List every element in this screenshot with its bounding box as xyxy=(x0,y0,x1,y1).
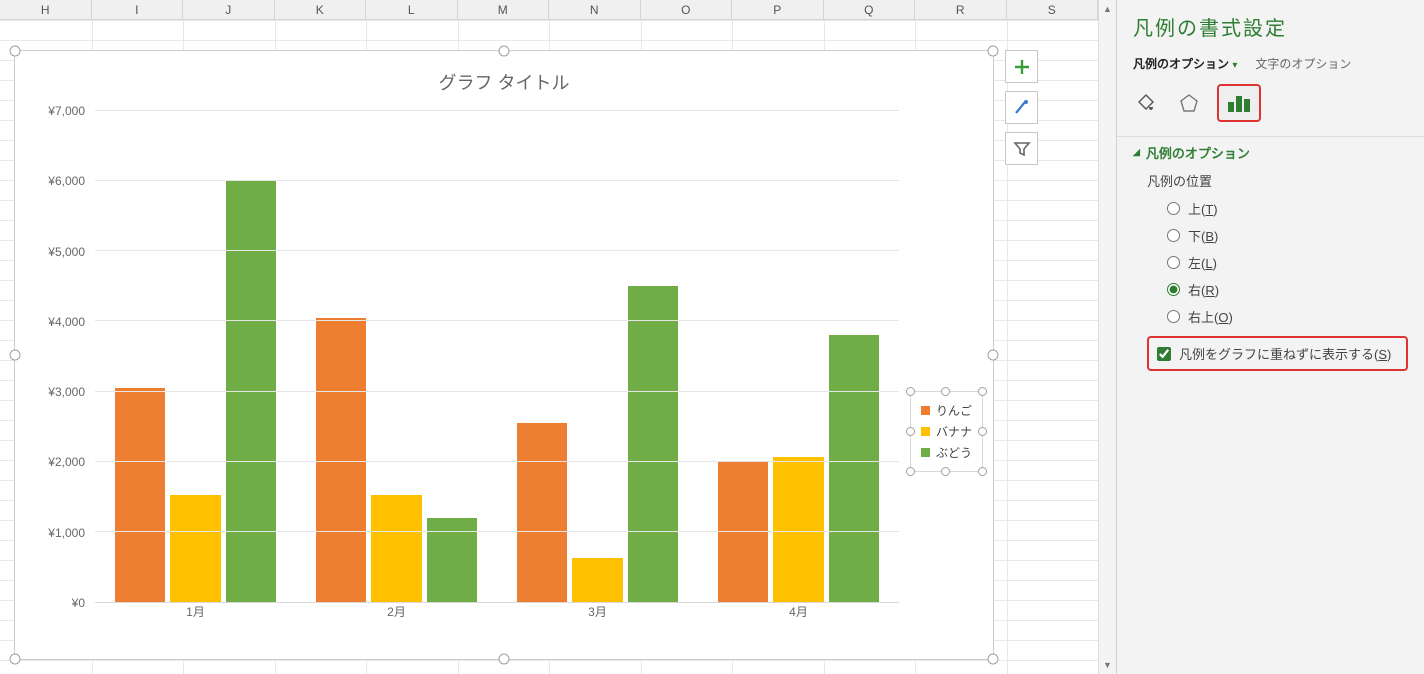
legend-swatch xyxy=(921,427,930,436)
tab-legend-options[interactable]: 凡例のオプション xyxy=(1133,57,1229,71)
legend-label: バナナ xyxy=(936,423,972,440)
bar[interactable] xyxy=(517,423,568,602)
option-icon-row xyxy=(1117,78,1424,136)
plot-area: ¥0¥1,000¥2,000¥3,000¥4,000¥5,000¥6,000¥7… xyxy=(41,111,899,619)
chart-styles-button[interactable] xyxy=(1005,91,1038,124)
scroll-up-icon[interactable]: ▲ xyxy=(1099,0,1116,18)
radio-top-right[interactable]: 右上(O) xyxy=(1147,303,1408,330)
bar[interactable] xyxy=(773,457,824,602)
legend-label: ぶどう xyxy=(936,444,972,461)
effects-icon[interactable] xyxy=(1175,90,1203,116)
chart-elements-button[interactable] xyxy=(1005,50,1038,83)
legend-item[interactable]: りんご xyxy=(921,400,972,421)
chart-object[interactable]: グラフ タイトル ¥0 ¥1,000 ¥2,000 ¥3,000 ¥4,000 ¥5,00… xyxy=(14,50,994,660)
fill-line-icon[interactable] xyxy=(1133,90,1161,116)
column-header[interactable]: J xyxy=(183,0,275,19)
x-tick-label: 1月 xyxy=(186,603,205,620)
resize-handle[interactable] xyxy=(10,46,21,57)
panel-title: 凡例の書式設定 xyxy=(1117,12,1424,51)
column-header[interactable]: I xyxy=(92,0,184,19)
bar[interactable] xyxy=(115,388,166,602)
bar[interactable] xyxy=(718,462,769,602)
resize-handle[interactable] xyxy=(499,654,510,665)
resize-handle[interactable] xyxy=(499,46,510,57)
collapse-triangle-icon: ◢ xyxy=(1133,147,1140,158)
x-tick-label: 2月 xyxy=(387,603,406,620)
radio-left[interactable]: 左(L) xyxy=(1147,249,1408,276)
radio-bottom[interactable]: 下(B) xyxy=(1147,222,1408,249)
legend-swatch xyxy=(921,448,930,457)
y-tick-label: ¥3,000 xyxy=(39,385,85,399)
legend-label: りんご xyxy=(936,402,972,419)
legend-item[interactable]: バナナ xyxy=(921,421,972,442)
x-tick-label: 3月 xyxy=(588,603,607,620)
chart-grid xyxy=(95,111,899,603)
y-tick-label: ¥6,000 xyxy=(39,174,85,188)
bar[interactable] xyxy=(226,181,277,602)
column-headers: HIJKLMNOPQRS xyxy=(0,0,1098,20)
y-tick-label: ¥4,000 xyxy=(39,315,85,329)
column-header[interactable]: Q xyxy=(824,0,916,19)
column-header[interactable]: N xyxy=(549,0,641,19)
bar[interactable] xyxy=(170,495,221,602)
resize-handle[interactable] xyxy=(988,46,999,57)
y-tick-label: ¥5,000 xyxy=(39,245,85,259)
y-tick-label: ¥7,000 xyxy=(39,104,85,118)
checkbox-no-overlap[interactable]: 凡例をグラフに重ねずに表示する(S) xyxy=(1147,336,1408,371)
chevron-down-icon[interactable]: ▾ xyxy=(1232,60,1237,71)
bar[interactable] xyxy=(628,286,679,602)
column-header[interactable]: H xyxy=(0,0,92,19)
column-header[interactable]: K xyxy=(275,0,367,19)
resize-handle[interactable] xyxy=(988,350,999,361)
chart-side-buttons xyxy=(1005,50,1038,165)
radio-top[interactable]: 上(T) xyxy=(1147,195,1408,222)
section-legend-options[interactable]: ◢ 凡例のオプション xyxy=(1117,137,1424,168)
column-header[interactable]: O xyxy=(641,0,733,19)
x-tick-label: 4月 xyxy=(789,603,808,620)
y-tick-label: ¥1,000 xyxy=(39,526,85,540)
y-axis: ¥0¥1,000¥2,000¥3,000¥4,000¥5,000¥6,000¥7… xyxy=(39,111,89,603)
format-legend-panel: 凡例の書式設定 凡例のオプション ▾ 文字のオプション ◢ 凡例のオプション 凡… xyxy=(1116,0,1424,674)
bar[interactable] xyxy=(371,495,422,602)
bar[interactable] xyxy=(829,335,880,602)
legend-position-label: 凡例の位置 xyxy=(1147,168,1408,195)
tab-text-options[interactable]: 文字のオプション xyxy=(1255,55,1351,72)
scroll-down-icon[interactable]: ▼ xyxy=(1099,656,1116,674)
column-header[interactable]: P xyxy=(732,0,824,19)
radio-right[interactable]: 右(R) xyxy=(1147,276,1408,303)
bar[interactable] xyxy=(572,558,623,602)
resize-handle[interactable] xyxy=(10,654,21,665)
chart-filter-button[interactable] xyxy=(1005,132,1038,165)
column-header[interactable]: R xyxy=(915,0,1007,19)
legend-item[interactable]: ぶどう xyxy=(921,442,972,463)
chart-legend[interactable]: りんごバナナぶどう xyxy=(910,391,983,472)
x-axis-labels: 1月 2月 3月 4月 xyxy=(95,603,899,623)
chart-title[interactable]: グラフ タイトル xyxy=(15,51,993,99)
column-header[interactable]: M xyxy=(458,0,550,19)
legend-options-icon[interactable] xyxy=(1217,84,1261,122)
vertical-scrollbar[interactable]: ▲ ▼ xyxy=(1098,0,1116,674)
panel-tabs: 凡例のオプション ▾ 文字のオプション xyxy=(1117,51,1424,78)
spreadsheet-area: HIJKLMNOPQRS グラフ タイトル ¥0 ¥1,000 ¥2,000 ¥3,0… xyxy=(0,0,1098,674)
y-tick-label: ¥2,000 xyxy=(39,455,85,469)
resize-handle[interactable] xyxy=(10,350,21,361)
y-tick-label: ¥0 xyxy=(39,596,85,610)
legend-swatch xyxy=(921,406,930,415)
column-header[interactable]: L xyxy=(366,0,458,19)
resize-handle[interactable] xyxy=(988,654,999,665)
column-header[interactable]: S xyxy=(1007,0,1099,19)
